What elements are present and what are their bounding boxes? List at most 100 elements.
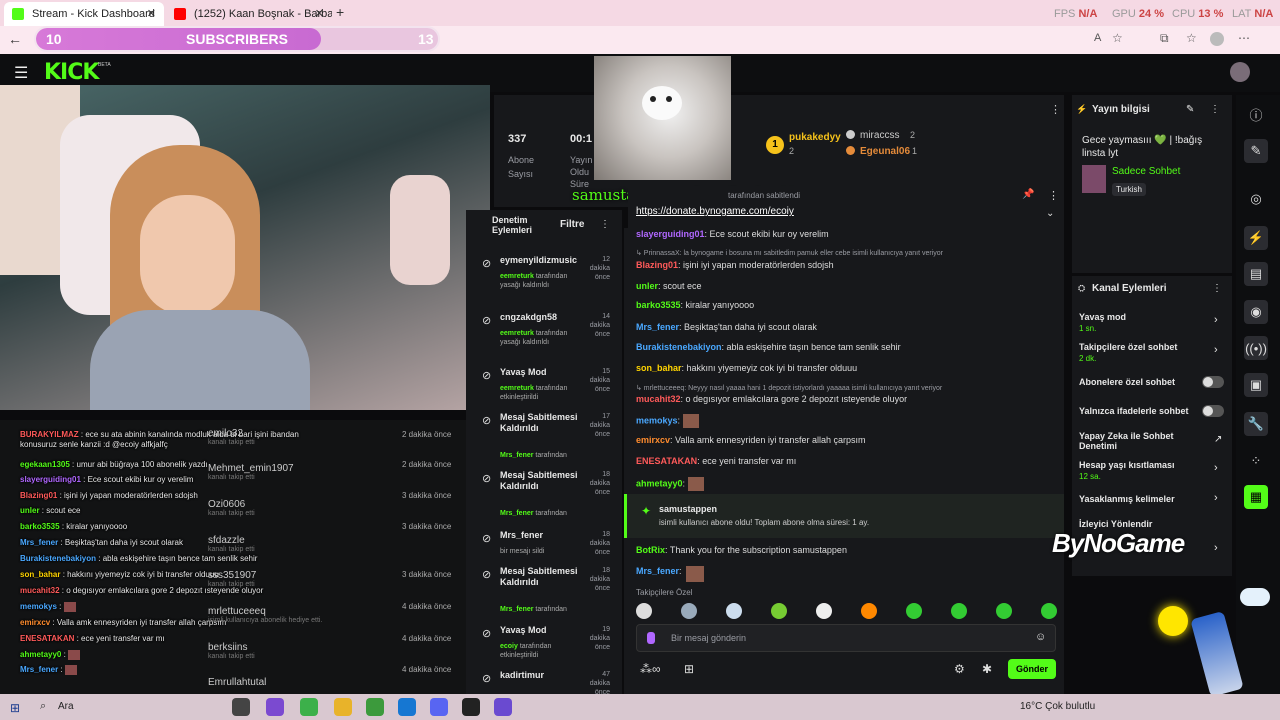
close-tab-icon[interactable]: ✕ [315, 7, 324, 20]
back-icon[interactable]: ← [8, 31, 22, 47]
avatar[interactable] [1230, 62, 1250, 82]
emote-icon[interactable] [996, 603, 1012, 619]
obs-icon[interactable] [462, 698, 480, 716]
chat-username[interactable]: ENESATAKAN [636, 456, 697, 466]
emoji-icon[interactable]: ☺ [1035, 631, 1046, 643]
windows-start-icon[interactable]: ⊞ [10, 701, 20, 715]
chat-username[interactable]: son_bahar [636, 363, 682, 373]
chat-username[interactable]: Blazing01 [636, 260, 678, 270]
app-icon[interactable] [366, 698, 384, 716]
chat-username[interactable]: emirxcv [636, 435, 670, 445]
chat-username[interactable]: barko3535 [636, 300, 681, 310]
close-tab-icon[interactable]: ✕ [147, 7, 156, 20]
extensions-icon[interactable]: ⧉ [1160, 31, 1169, 46]
mod-action-moderator[interactable]: eemreturk [500, 330, 534, 337]
broadcast-icon[interactable]: ((•)) [1244, 336, 1268, 360]
follower-mode-label[interactable]: Takipçilere özel sohbet [1079, 342, 1177, 352]
emote-icon[interactable] [771, 603, 787, 619]
mod-action-moderator[interactable]: Mrs_fener [500, 606, 533, 613]
discord-icon[interactable] [430, 698, 448, 716]
emote-icon[interactable] [861, 603, 877, 619]
storage-icon[interactable]: ▣ [1244, 373, 1268, 397]
chevron-right-icon[interactable]: › [1214, 542, 1218, 554]
weather-widget[interactable]: 16°C Çok bulutlu [1020, 701, 1095, 712]
new-tab-icon[interactable]: + [336, 4, 344, 20]
chat-bubble-icon[interactable]: ◉ [1244, 300, 1268, 324]
profile-icon[interactable] [1210, 32, 1224, 46]
chat-username[interactable]: Mrs_fener [636, 322, 679, 332]
sub-event-user[interactable]: samustappen [659, 504, 717, 514]
mod-action-moderator[interactable]: Mrs_fener [500, 452, 533, 459]
chrome-icon[interactable] [300, 698, 318, 716]
chat-username[interactable]: unler [636, 281, 658, 291]
account-age-label[interactable]: Hesap yaşı kısıtlaması [1079, 460, 1175, 470]
panel-menu-icon[interactable]: ⋮ [1050, 103, 1061, 116]
banned-words-label[interactable]: Yasaklanmış kelimeler [1079, 494, 1175, 504]
mod-action-moderator[interactable]: eemreturk [500, 385, 534, 392]
menu-dots-icon[interactable]: ⋯ [1238, 31, 1250, 45]
filter-button[interactable]: Filtre [560, 219, 584, 230]
chevron-right-icon[interactable]: › [1214, 492, 1218, 504]
pinned-link[interactable]: https://donate.bynogame.com/ecoiy [636, 206, 794, 217]
chat-username[interactable]: BotRix [636, 545, 665, 555]
mod-action-moderator[interactable]: Mrs_fener [500, 510, 533, 517]
mic-icon[interactable] [647, 632, 655, 644]
document-icon[interactable]: ▤ [1244, 262, 1268, 286]
wrench-icon[interactable]: 🔧 [1244, 412, 1268, 436]
clapperboard-icon[interactable]: ▦ [1244, 485, 1268, 509]
task-view-icon[interactable] [232, 698, 250, 716]
browser-tab-youtube[interactable]: (1252) Kaan Boşnak - Barbar ✕ [166, 2, 332, 26]
actions-menu-icon[interactable]: ⋮ [1212, 283, 1222, 294]
chat-username[interactable]: memokys [636, 415, 678, 425]
chat-username[interactable]: mucahit32 [636, 394, 681, 404]
bolt-icon[interactable]: ⚡ [1244, 226, 1268, 250]
emote-mode-toggle[interactable] [1202, 405, 1224, 417]
browser-tab-kick[interactable]: Stream - Kick Dashboard ✕ [4, 2, 164, 26]
chevron-right-icon[interactable]: › [1214, 462, 1218, 474]
target-icon[interactable]: ◎ [1244, 187, 1268, 211]
chevron-down-icon[interactable]: ⌄ [1046, 208, 1054, 219]
share-icon[interactable]: ⁘ [1244, 449, 1268, 473]
edge-icon[interactable] [398, 698, 416, 716]
chat-username[interactable]: slayerguiding01 [636, 229, 705, 239]
pin-icon[interactable]: 📌 [1022, 189, 1034, 200]
subscriber-mode-toggle[interactable] [1202, 376, 1224, 388]
taskbar-search-icon[interactable]: ⌕ [40, 700, 46, 713]
chat-input[interactable]: Bir mesaj gönderin ☺ [636, 624, 1056, 652]
chevron-right-icon[interactable]: › [1214, 344, 1218, 356]
pinned-menu-icon[interactable]: ⋮ [1048, 189, 1059, 202]
chat-username[interactable]: Burakistenebakiyon [636, 342, 722, 352]
emote-icon[interactable] [681, 603, 697, 619]
puzzle-icon[interactable]: ✱ [982, 662, 992, 676]
taskbar-search-label[interactable]: Ara [58, 701, 74, 712]
emote-icon[interactable] [951, 603, 967, 619]
favorite-star-icon[interactable]: ☆ [1112, 31, 1123, 45]
mod-menu-icon[interactable]: ⋮ [600, 219, 610, 230]
favorites-icon[interactable]: ☆ [1186, 31, 1197, 45]
read-aloud-icon[interactable]: A [1094, 32, 1101, 44]
emote-icon[interactable] [816, 603, 832, 619]
mod-action-moderator[interactable]: eemreturk [500, 273, 534, 280]
chevron-right-icon[interactable]: › [1214, 314, 1218, 326]
edit-icon[interactable]: ✎ [1244, 139, 1268, 163]
edit-pencil-icon[interactable]: ✎ [1186, 104, 1194, 115]
app-icon[interactable] [494, 698, 512, 716]
file-explorer-icon[interactable] [334, 698, 352, 716]
hamburger-menu-icon[interactable]: ☰ [14, 63, 28, 83]
stream-info-menu-icon[interactable]: ⋮ [1210, 104, 1220, 115]
settings-gear-icon[interactable]: ⚙ [954, 662, 965, 676]
emote-icon[interactable] [636, 603, 652, 619]
mod-action-moderator[interactable]: ecoiy [500, 643, 518, 650]
external-link-icon[interactable]: ↗ [1214, 434, 1222, 445]
chat-username[interactable]: Mrs_fener [636, 566, 679, 576]
send-button[interactable]: Gönder [1008, 659, 1056, 679]
slow-mode-label[interactable]: Yavaş mod [1079, 312, 1126, 322]
emote-icon[interactable] [1041, 603, 1057, 619]
kick-logo[interactable]: KICK [44, 60, 99, 85]
emote-icon[interactable] [906, 603, 922, 619]
chat-username[interactable]: ahmetayy0 [636, 478, 683, 488]
gift-icon[interactable]: ⊞ [684, 662, 694, 676]
chat-tools-icon[interactable]: ⁂∞ [640, 662, 661, 676]
copilot-icon[interactable] [266, 698, 284, 716]
emote-icon[interactable] [726, 603, 742, 619]
